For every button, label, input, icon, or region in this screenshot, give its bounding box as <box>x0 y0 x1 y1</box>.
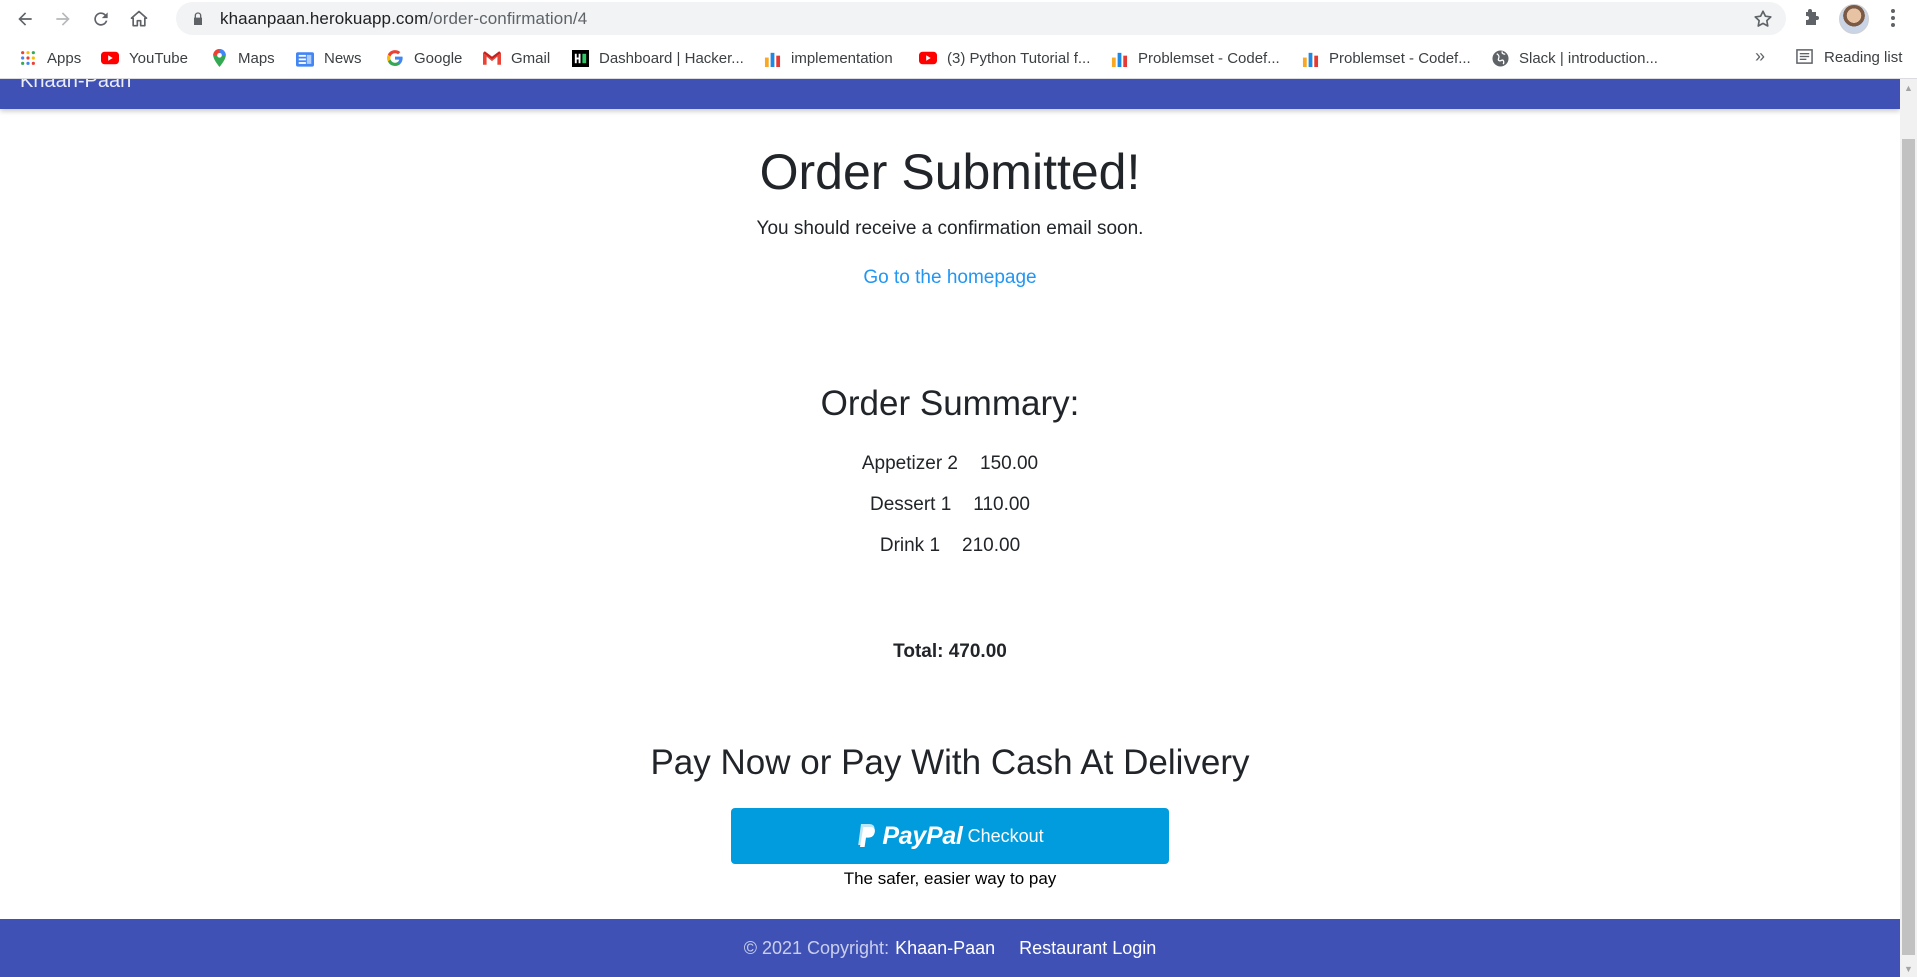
maps-pin-icon <box>210 49 228 67</box>
order-total: Total: 470.00 <box>893 641 1007 662</box>
bookmark-label: (3) Python Tutorial f... <box>947 49 1091 67</box>
bar-chart-icon <box>1110 49 1128 67</box>
order-item-name: Dessert 1 <box>869 494 952 515</box>
confirmation-message: You should receive a confirmation email … <box>756 218 1144 239</box>
bookmark-apps[interactable]: Apps <box>19 48 81 68</box>
forward-arrow-icon <box>56 11 70 26</box>
order-item-name: Drink 1 <box>879 535 941 556</box>
url-path: /order-confirmation/4 <box>428 8 588 28</box>
order-summary-title: Order Summary: <box>820 384 1080 423</box>
bookmark-hackerrank[interactable]: Dashboard | Hacker... <box>571 48 744 68</box>
site-navbar: Khaan-Paan <box>0 79 1900 109</box>
bookmark-news[interactable]: News <box>296 48 362 68</box>
extensions-puzzle-icon[interactable] <box>1800 6 1824 30</box>
restaurant-login-link[interactable]: Restaurant Login <box>1019 938 1156 959</box>
bookmark-maps[interactable]: Maps <box>210 48 275 68</box>
footer-brand-link[interactable]: Khaan-Paan <box>895 938 995 959</box>
bookmark-label: implementation <box>791 49 893 67</box>
address-bar[interactable]: khaanpaan.herokuapp.com/order-confirmati… <box>176 2 1786 35</box>
browser-menu-kebab-icon[interactable] <box>1883 7 1903 29</box>
bookmark-gmail[interactable]: Gmail <box>483 48 550 68</box>
paypal-wordmark: PayPal <box>882 821 963 850</box>
bookmark-label: YouTube <box>129 49 188 67</box>
bookmark-implementation[interactable]: implementation <box>763 48 893 68</box>
reload-button[interactable] <box>84 2 118 36</box>
paypal-tagline: The safer, easier way to pay <box>843 869 1057 888</box>
paypal-checkout-button[interactable]: PayPal Checkout <box>731 808 1169 864</box>
bookmark-google[interactable]: Google <box>386 48 462 68</box>
homepage-link[interactable]: Go to the homepage <box>863 267 1036 288</box>
bookmark-problemset-1[interactable]: Problemset - Codef... <box>1110 48 1280 68</box>
reading-list-label: Reading list <box>1824 48 1903 66</box>
bookmark-label: Problemset - Codef... <box>1138 49 1280 67</box>
order-item-price: 210.00 <box>962 535 1021 556</box>
gmail-icon <box>483 49 501 67</box>
bookmark-youtube[interactable]: YouTube <box>101 48 188 68</box>
bookmark-star-icon[interactable] <box>1752 8 1774 30</box>
bookmark-label: Dashboard | Hacker... <box>599 49 744 67</box>
bookmark-slack[interactable]: Slack | introduction... <box>1491 48 1658 68</box>
reload-icon <box>94 11 108 26</box>
bookmark-label: Problemset - Codef... <box>1329 49 1471 67</box>
url-text: khaanpaan.herokuapp.com/order-confirmati… <box>220 9 587 29</box>
order-item-row: Drink 1 210.00 <box>0 535 1900 557</box>
scrollbar-thumb[interactable] <box>1902 139 1915 955</box>
order-item-name: Appetizer 2 <box>861 453 958 474</box>
navbar-brand[interactable]: Khaan-Paan <box>20 79 131 93</box>
page-scrollbar[interactable]: ▲ ▼ <box>1900 79 1917 977</box>
home-button[interactable] <box>122 2 156 36</box>
hackerrank-icon <box>571 49 589 67</box>
back-button[interactable] <box>8 2 42 36</box>
lock-icon <box>190 11 206 27</box>
page-viewport: Khaan-Paan Order Submitted! You should r… <box>0 79 1900 977</box>
bookmarks-bar: Apps YouTube Maps News Google Gmail Dash… <box>0 37 1917 79</box>
bookmark-label: Google <box>414 49 463 67</box>
url-host: khaanpaan.herokuapp.com <box>220 8 429 28</box>
scroll-up-arrow-icon[interactable]: ▲ <box>1900 79 1917 96</box>
payment-title: Pay Now or Pay With Cash At Delivery <box>650 743 1250 782</box>
site-footer: © 2021 Copyright: Khaan-Paan Restaurant … <box>0 919 1900 977</box>
order-item-row: Appetizer 2 150.00 <box>0 453 1900 475</box>
apps-grid-icon <box>19 49 37 67</box>
youtube-icon <box>101 49 119 67</box>
order-item-price: 150.00 <box>980 453 1039 474</box>
news-icon <box>296 49 314 67</box>
page-title: Order Submitted! <box>759 144 1141 200</box>
bookmark-label: Gmail <box>511 49 551 67</box>
bookmark-label: Maps <box>238 49 275 67</box>
back-arrow-icon <box>18 11 32 26</box>
bookmark-problemset-2[interactable]: Problemset - Codef... <box>1301 48 1471 68</box>
reading-list-button[interactable]: Reading list <box>1796 48 1902 66</box>
home-icon <box>130 10 148 26</box>
globe-icon <box>1491 49 1509 67</box>
reading-list-icon <box>1796 48 1814 66</box>
bookmark-python-tutorial[interactable]: (3) Python Tutorial f... <box>919 48 1090 68</box>
google-icon <box>386 49 404 67</box>
home-link-wrapper: Go to the homepage <box>0 267 1900 289</box>
profile-avatar[interactable] <box>1839 4 1869 34</box>
bar-chart-icon <box>763 49 781 67</box>
forward-button[interactable] <box>46 2 80 36</box>
bookmark-label: Apps <box>47 49 82 67</box>
order-item-price: 110.00 <box>973 494 1030 515</box>
bookmarks-overflow-button[interactable]: » <box>1755 46 1765 67</box>
bookmark-label: Slack | introduction... <box>1519 49 1658 67</box>
paypal-logo-icon <box>856 824 876 848</box>
bar-chart-icon <box>1301 49 1319 67</box>
browser-toolbar: khaanpaan.herokuapp.com/order-confirmati… <box>0 0 1917 37</box>
youtube-icon <box>919 49 937 67</box>
footer-copyright: © 2021 Copyright: <box>743 937 890 958</box>
bookmark-label: News <box>324 49 362 67</box>
paypal-checkout-label: Checkout <box>967 825 1044 846</box>
scroll-down-arrow-icon[interactable]: ▼ <box>1900 960 1917 977</box>
order-item-row: Dessert 1 110.00 <box>0 494 1900 516</box>
